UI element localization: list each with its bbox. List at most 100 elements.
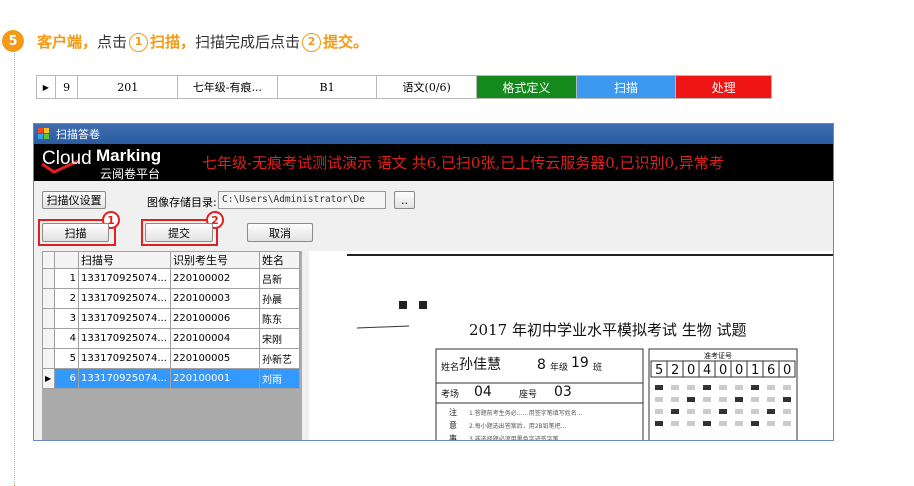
ticket-bubble	[703, 397, 711, 402]
cancel-button[interactable]: 取消	[247, 223, 313, 242]
ticket-bubble	[703, 385, 711, 390]
scan-status-banner: 七年级-无痕考试测试演示 语文 共6,已扫0张,已上传云服务器0,已识别0,异常…	[202, 154, 724, 172]
notes-side-label: 意	[449, 420, 457, 430]
table-row[interactable]: 1 133170925074... 220100002 吕新	[42, 268, 300, 289]
process-button[interactable]: 处理	[676, 76, 771, 98]
cell-student-id: 220100002	[170, 268, 260, 289]
name-label: 姓名	[441, 361, 459, 373]
scan-task-button[interactable]: 扫描	[576, 76, 677, 98]
ticket-label: 准考证号	[704, 351, 732, 360]
col-student-id[interactable]: 识别考生号	[170, 251, 260, 269]
task-index: 9	[56, 76, 79, 98]
cell-scan-number: 133170925074...	[78, 348, 171, 369]
table-row[interactable]: 2 133170925074... 220100003 孙晨	[42, 288, 300, 309]
instruction-text: 点击	[97, 33, 128, 51]
scan-results-grid: 扫描号 识别考生号 姓名 1 133170925074... 220100002 吕新…	[42, 251, 302, 440]
ticket-bubble	[783, 385, 791, 390]
ticket-bubble	[703, 421, 711, 426]
notes-line: 3.非选择题必须用黑色字迹签字笔…	[469, 435, 565, 441]
table-row[interactable]: 3 133170925074... 220100006 陈东	[42, 308, 300, 329]
ticket-bubble	[767, 385, 775, 390]
ticket-digit: 0	[719, 363, 727, 378]
ticket-digit: 1	[751, 363, 759, 378]
ticket-bubble	[735, 385, 743, 390]
ticket-bubble	[703, 409, 711, 414]
cell-student-id: 220100005	[170, 348, 260, 369]
scan-button[interactable]: 扫描	[42, 223, 109, 242]
ticket-number-grid: 520400160	[650, 360, 796, 426]
ticket-digit: 5	[655, 363, 663, 378]
ticket-bubble	[719, 409, 727, 414]
col-scan-number[interactable]: 扫描号	[78, 251, 171, 269]
cell-scan-number: 133170925074...	[78, 288, 171, 309]
cell-student-name: 吕新	[259, 268, 300, 289]
ticket-bubble	[735, 409, 743, 414]
exam-title: 2017 年初中学业水平模拟考试 生物 试题	[469, 321, 746, 339]
step-circle-2: 2	[302, 32, 322, 52]
notes-line: 1.答题前考生务必……用签字笔填写姓名…	[469, 409, 583, 417]
room-label: 考场	[441, 389, 459, 400]
browse-dir-button[interactable]: ..	[394, 191, 415, 209]
cell-scan-number: 133170925074...	[78, 368, 171, 389]
task-room: B1	[278, 76, 378, 98]
task-exam-name: 七年级-有痕...	[178, 76, 278, 98]
notes-section: 注意事 1.答题前考生务必……用签字笔填写姓名… 2.每小题选出答案后，用2B铅笔把…	[449, 407, 583, 441]
seat-label: 座号	[519, 388, 537, 400]
window-titlebar: 扫描答卷	[34, 124, 833, 144]
ticket-digit: 0	[783, 363, 791, 378]
ticket-bubble	[767, 409, 775, 414]
ticket-bubble	[687, 409, 695, 414]
seat-handwriting: 03	[554, 384, 572, 400]
table-row[interactable]: 4 133170925074... 220100004 宋刚	[42, 328, 300, 349]
row-number: 2	[54, 288, 79, 309]
task-subject: 语文(0/6)	[377, 76, 478, 98]
grade-handwriting: 8	[537, 357, 546, 373]
table-row[interactable]: 5 133170925074... 220100005 孙新艺	[42, 348, 300, 369]
ticket-bubble	[687, 385, 695, 390]
ticket-digit: 0	[687, 363, 695, 378]
cell-student-name: 孙晨	[259, 288, 300, 309]
exam-task-row[interactable]: ▶ 9 201 七年级-有痕... B1 语文(0/6) 格式定义 扫描 处理	[36, 75, 772, 99]
step-number-badge: 5	[2, 30, 24, 52]
ticket-digit: 6	[767, 363, 775, 378]
ticket-bubble	[671, 385, 679, 390]
table-row[interactable]: ▶ 6 133170925074... 220100001 刘雨	[42, 368, 300, 389]
col-student-name[interactable]: 姓名	[259, 251, 300, 269]
row-marker-icon	[42, 288, 55, 309]
ticket-bubble	[751, 421, 759, 426]
row-number: 4	[54, 328, 79, 349]
image-dir-field[interactable]: C:\Users\Administrator\De	[218, 191, 386, 209]
row-selector-arrow-icon: ▶	[37, 76, 56, 98]
instruction-text: 扫描，	[150, 33, 196, 51]
ticket-bubble	[735, 397, 743, 402]
answer-sheet-image: 2017 年初中学业水平模拟考试 生物 试题 姓名 孙佳慧 8 年级 19 班 …	[347, 254, 833, 441]
window-title: 扫描答卷	[56, 128, 100, 141]
cell-student-name: 孙新艺	[259, 348, 300, 369]
row-number: 1	[54, 268, 79, 289]
cell-student-name: 刘雨	[259, 368, 300, 389]
step-instruction: 客户端， 点击 1 扫描， 扫描完成后点击 2 提交。	[37, 30, 368, 54]
step-rail	[14, 30, 15, 486]
instruction-text: 客户端，	[37, 33, 98, 51]
cell-student-name: 陈东	[259, 308, 300, 329]
row-marker-icon	[42, 328, 55, 349]
ticket-bubble	[783, 397, 791, 402]
scanner-settings-button[interactable]: 扫描仪设置	[42, 191, 106, 209]
row-number: 6	[54, 368, 79, 389]
notes-side-label: 注	[449, 407, 457, 417]
cell-scan-number: 133170925074...	[78, 268, 171, 289]
cell-student-id: 220100004	[170, 328, 260, 349]
submit-button[interactable]: 提交	[145, 223, 213, 242]
brand-banner: Cloud Marking 云阅卷平台 七年级-无痕考试测试演示 语文 共6,已…	[34, 144, 833, 181]
ticket-bubble	[783, 421, 791, 426]
row-marker-icon	[42, 308, 55, 329]
notes-side-label: 事	[449, 433, 457, 441]
format-define-button[interactable]: 格式定义	[477, 76, 577, 98]
ticket-bubble	[751, 397, 759, 402]
class-label: 班	[593, 361, 602, 373]
room-handwriting: 04	[474, 384, 492, 400]
ticket-digit: 0	[735, 363, 743, 378]
student-name-handwriting: 孙佳慧	[459, 357, 501, 373]
ticket-bubble	[767, 421, 775, 426]
ticket-bubble	[687, 421, 695, 426]
